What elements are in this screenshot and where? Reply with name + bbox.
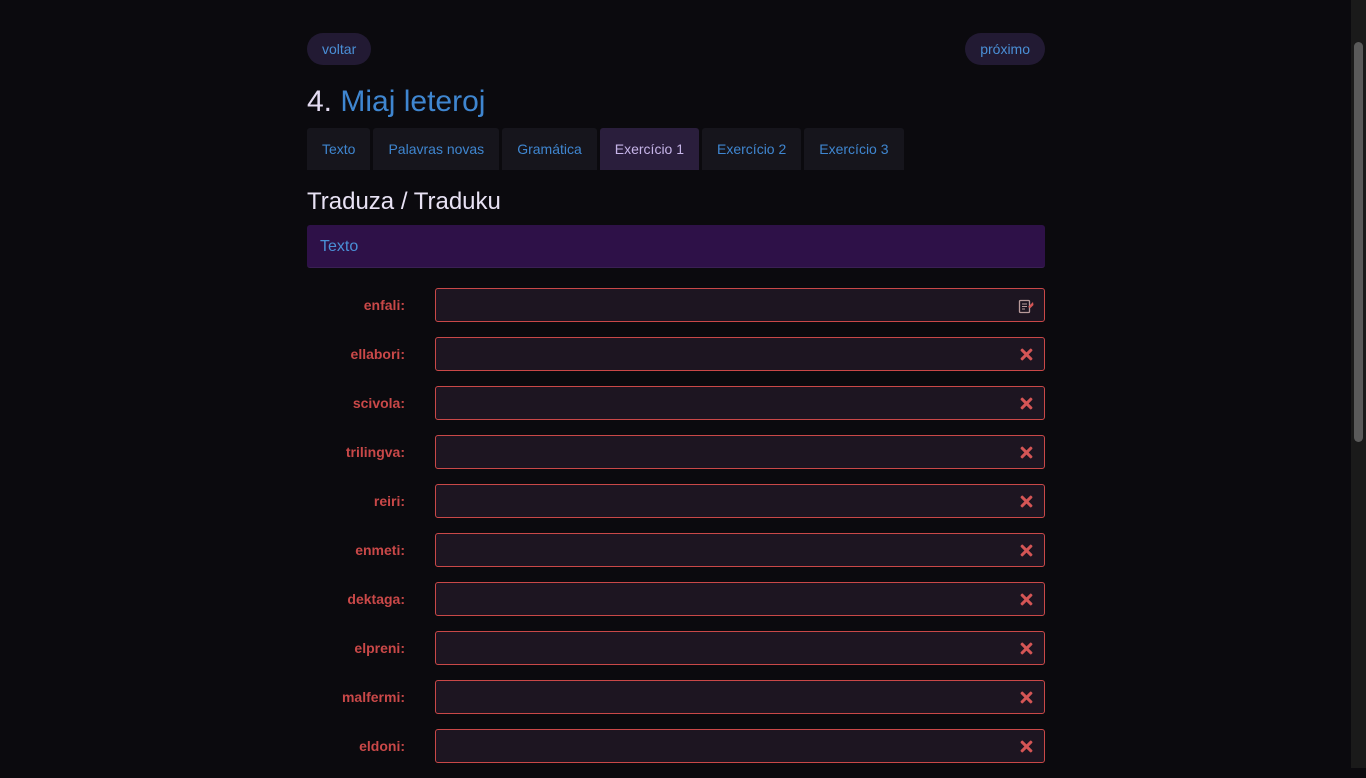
page-scrollbar[interactable] bbox=[1351, 0, 1366, 768]
back-button[interactable]: voltar bbox=[307, 33, 372, 65]
answer-input[interactable] bbox=[436, 583, 1044, 615]
answer-input[interactable] bbox=[436, 730, 1044, 762]
answer-field-wrapper bbox=[435, 386, 1045, 420]
tab-texto[interactable]: Texto bbox=[307, 128, 371, 170]
translation-row: reiri: bbox=[307, 484, 1045, 518]
translation-row: ellabori: bbox=[307, 337, 1045, 371]
answer-field-wrapper bbox=[435, 484, 1045, 518]
answer-field-wrapper bbox=[435, 288, 1045, 322]
word-label: eldoni: bbox=[359, 738, 405, 754]
scrollbar-thumb[interactable] bbox=[1354, 42, 1363, 442]
answer-field-wrapper bbox=[435, 533, 1045, 567]
answer-input[interactable] bbox=[436, 338, 1044, 370]
answer-field-wrapper bbox=[435, 337, 1045, 371]
answer-input[interactable] bbox=[436, 485, 1044, 517]
translation-row: dektaga: bbox=[307, 582, 1045, 616]
close-icon bbox=[1020, 691, 1033, 704]
word-label: scivola: bbox=[352, 395, 405, 411]
close-icon bbox=[1020, 348, 1033, 361]
word-label: ellabori: bbox=[350, 346, 405, 362]
tab-gramatica[interactable]: Gramática bbox=[502, 128, 597, 170]
answer-input[interactable] bbox=[436, 632, 1044, 664]
word-label: elpreni: bbox=[354, 640, 405, 656]
translation-row: scivola: bbox=[307, 386, 1045, 420]
word-label: enfali: bbox=[363, 297, 405, 313]
next-button[interactable]: próximo bbox=[965, 33, 1045, 65]
answer-input[interactable] bbox=[436, 534, 1044, 566]
close-icon bbox=[1020, 446, 1033, 459]
exercise-heading: Traduza / Traduku bbox=[307, 188, 501, 215]
word-label: reiri: bbox=[373, 493, 405, 509]
translation-row: elpreni: bbox=[307, 631, 1045, 665]
close-icon bbox=[1020, 642, 1033, 655]
translation-rows: enfali: ellabori: scivola: trilingva: re… bbox=[307, 288, 1045, 778]
translation-row: enmeti: bbox=[307, 533, 1045, 567]
answer-input[interactable] bbox=[436, 387, 1044, 419]
tab-palavras-novas[interactable]: Palavras novas bbox=[373, 128, 500, 170]
tab-exercicio-1[interactable]: Exercício 1 bbox=[599, 128, 700, 170]
answer-field-wrapper bbox=[435, 729, 1045, 763]
tab-exercicio-3[interactable]: Exercício 3 bbox=[804, 128, 904, 170]
close-icon bbox=[1020, 593, 1033, 606]
translation-row: enfali: bbox=[307, 288, 1045, 322]
answer-input[interactable] bbox=[436, 436, 1044, 468]
answer-input[interactable] bbox=[436, 681, 1044, 713]
translation-row: trilingva: bbox=[307, 435, 1045, 469]
lesson-number: 4. bbox=[307, 85, 333, 118]
lesson-title-link[interactable]: Miaj leteroj bbox=[340, 85, 485, 118]
texto-panel-toggle[interactable]: Texto bbox=[307, 225, 1045, 268]
translation-row: malfermi: bbox=[307, 680, 1045, 714]
close-icon bbox=[1020, 740, 1033, 753]
answer-field-wrapper bbox=[435, 435, 1045, 469]
word-label: enmeti: bbox=[355, 542, 405, 558]
answer-field-wrapper bbox=[435, 582, 1045, 616]
close-icon bbox=[1020, 544, 1033, 557]
word-label: malfermi: bbox=[341, 689, 405, 705]
word-label: trilingva: bbox=[345, 444, 405, 460]
answer-input[interactable] bbox=[436, 289, 1044, 321]
word-label: dektaga: bbox=[347, 591, 405, 607]
translation-row: eldoni: bbox=[307, 729, 1045, 763]
page-title: 4. Miaj leteroj bbox=[307, 83, 485, 121]
keyboard-input-icon[interactable] bbox=[1018, 298, 1034, 314]
tab-exercicio-2[interactable]: Exercício 2 bbox=[702, 128, 802, 170]
answer-field-wrapper bbox=[435, 631, 1045, 665]
close-icon bbox=[1020, 495, 1033, 508]
close-icon bbox=[1020, 397, 1033, 410]
lesson-tabs: Texto Palavras novas Gramática Exercício… bbox=[307, 128, 904, 170]
answer-field-wrapper bbox=[435, 680, 1045, 714]
